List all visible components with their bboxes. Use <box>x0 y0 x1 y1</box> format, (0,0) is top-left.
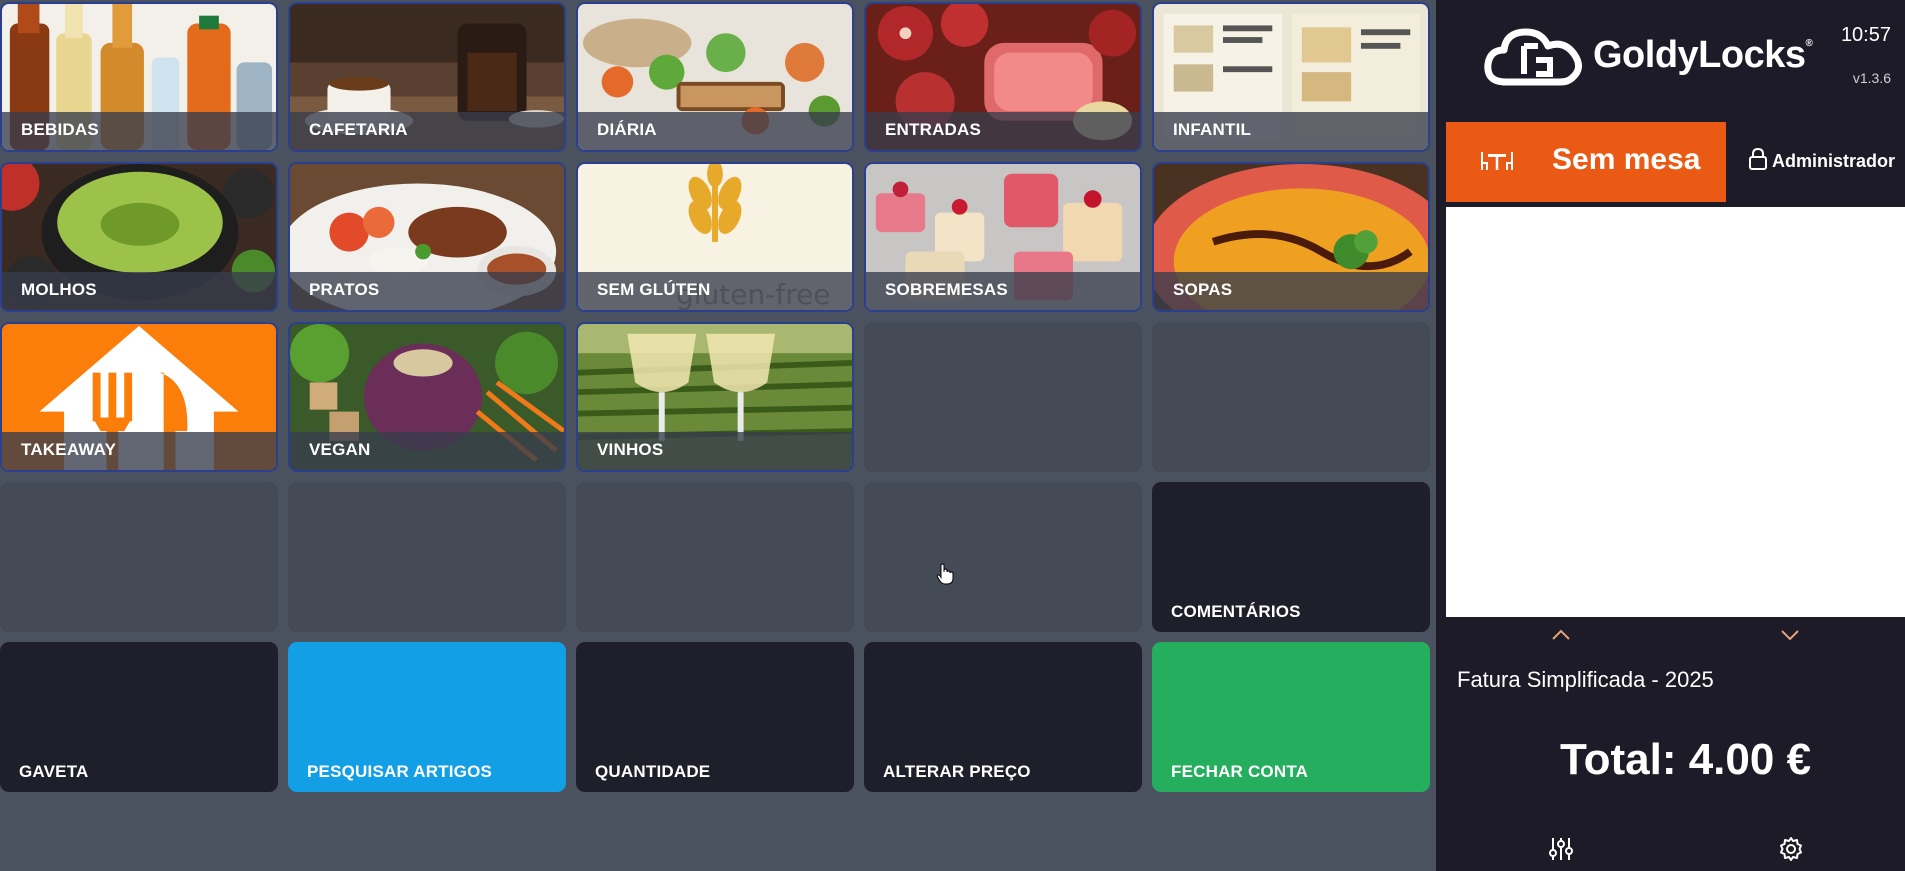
change-price-button[interactable]: ALTERAR PREÇO <box>864 642 1142 792</box>
category-tile-takeaway[interactable]: TAKEAWAY <box>0 322 278 472</box>
category-label: PRATOS <box>309 280 380 299</box>
document-type[interactable]: Fatura Simplificada - 2025 <box>1457 667 1714 693</box>
user-name: Administrador <box>1772 151 1896 171</box>
search-articles-button[interactable]: PESQUISAR ARTIGOS <box>288 642 566 792</box>
empty-tile <box>864 322 1142 472</box>
category-label: VINHOS <box>597 440 664 459</box>
category-label: CAFETARIA <box>309 120 408 139</box>
comments-label: COMENTÁRIOS <box>1171 602 1301 621</box>
category-tile-vegan[interactable]: VEGAN <box>288 322 566 472</box>
category-label: DIÁRIA <box>597 120 657 139</box>
category-label: BEBIDAS <box>21 120 99 139</box>
clock: 10:57 <box>1840 24 1891 46</box>
empty-tile <box>576 482 854 632</box>
close-bill-label: FECHAR CONTA <box>1171 762 1309 781</box>
category-tile-vinhos[interactable]: VINHOS <box>576 322 854 472</box>
change-price-label: ALTERAR PREÇO <box>883 762 1031 781</box>
chevron-down-icon[interactable] <box>1780 628 1800 646</box>
quantity-label: QUANTIDADE <box>595 762 711 781</box>
category-label: SOBREMESAS <box>885 280 1008 299</box>
comments-button[interactable]: COMENTÁRIOS <box>1152 482 1430 632</box>
category-grid: BEBIDAS CAFETARIA DIÁRIA ENTRADAS INFANT… <box>0 0 1436 796</box>
category-tile-cafetaria[interactable]: CAFETARIA <box>288 2 566 152</box>
order-items-list[interactable] <box>1446 207 1905 617</box>
category-tile-sem-gluten[interactable]: gluten-free SEM GLÚTEN <box>576 162 854 312</box>
table-select-button[interactable]: Sem mesa <box>1446 122 1726 202</box>
category-tile-sopas[interactable]: SOPAS <box>1152 162 1430 312</box>
category-label: INFANTIL <box>1173 120 1252 139</box>
table-chairs-icon <box>1480 150 1514 177</box>
cloud-logo-icon <box>1484 22 1584 91</box>
category-label: SOPAS <box>1173 280 1233 299</box>
category-tile-bebidas[interactable]: BEBIDAS <box>0 2 278 152</box>
search-articles-label: PESQUISAR ARTIGOS <box>307 762 493 781</box>
category-tile-pratos[interactable]: PRATOS <box>288 162 566 312</box>
category-tile-molhos[interactable]: MOLHOS <box>0 162 278 312</box>
category-tile-entradas[interactable]: ENTRADAS <box>864 2 1142 152</box>
close-bill-button[interactable]: FECHAR CONTA <box>1152 642 1430 792</box>
category-label: ENTRADAS <box>885 120 982 139</box>
empty-tile <box>288 482 566 632</box>
brand-name: GoldyLocks® <box>1593 34 1813 76</box>
category-label: VEGAN <box>309 440 371 459</box>
category-tile-diaria[interactable]: DIÁRIA <box>576 2 854 152</box>
hand-cursor-icon <box>936 563 954 590</box>
version-label: v1.3.6 <box>1852 70 1891 86</box>
category-label: TAKEAWAY <box>21 440 117 459</box>
empty-tile <box>0 482 278 632</box>
sliders-icon[interactable] <box>1548 836 1574 867</box>
user-button[interactable]: Administrador <box>1748 147 1896 175</box>
table-select-label: Sem mesa <box>1552 143 1701 176</box>
gear-icon[interactable] <box>1778 836 1804 867</box>
drawer-button[interactable]: GAVETA <box>0 642 278 792</box>
category-label: MOLHOS <box>21 280 97 299</box>
category-tile-infantil[interactable]: INFANTIL <box>1152 2 1430 152</box>
empty-tile <box>1152 322 1430 472</box>
empty-tile <box>864 482 1142 632</box>
quantity-button[interactable]: QUANTIDADE <box>576 642 854 792</box>
chevron-up-icon[interactable] <box>1551 628 1571 646</box>
category-label: SEM GLÚTEN <box>597 280 711 299</box>
order-total: Total: 4.00 € <box>1560 735 1812 784</box>
lock-icon <box>1748 147 1768 175</box>
category-tile-sobremesas[interactable]: SOBREMESAS <box>864 162 1142 312</box>
drawer-label: GAVETA <box>19 762 89 781</box>
